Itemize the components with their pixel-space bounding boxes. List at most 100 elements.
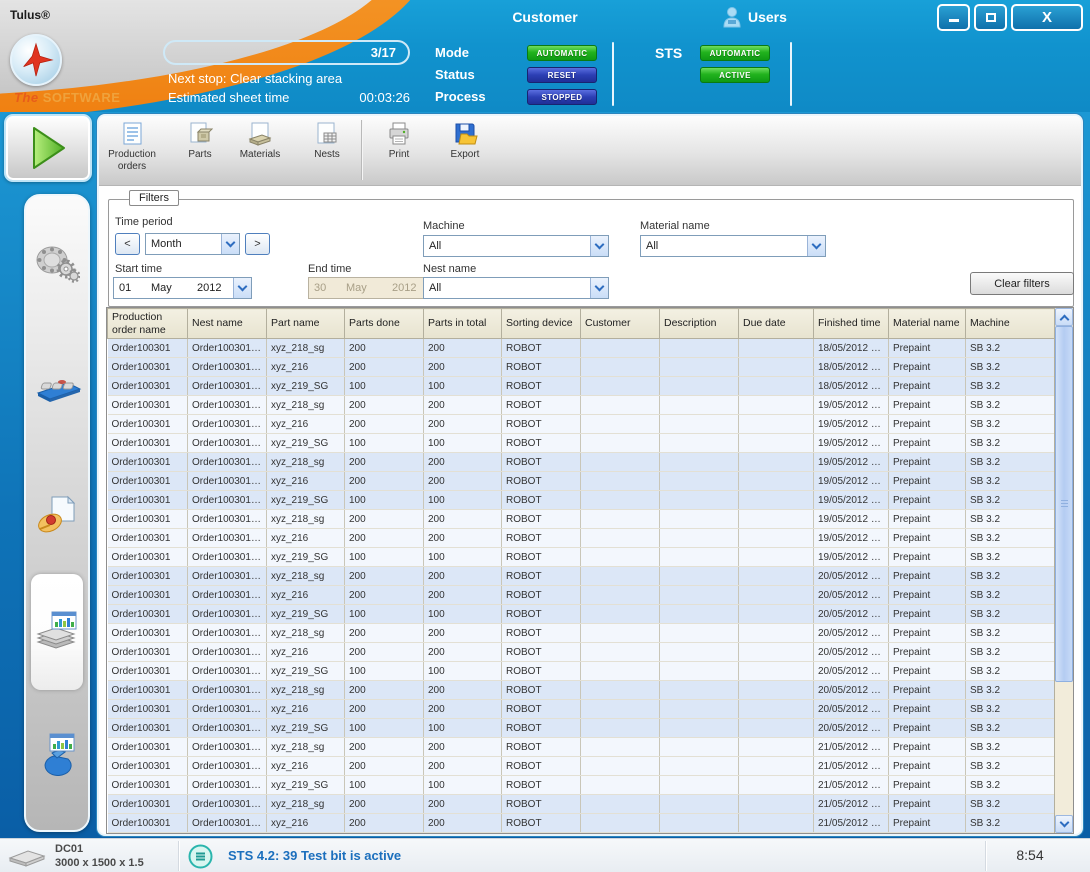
table-cell [581, 643, 660, 662]
minimize-button[interactable] [937, 4, 970, 31]
table-row[interactable]: Order100301Order100301001xyz_219_SG10010… [108, 434, 1056, 453]
table-cell: 200 [345, 738, 424, 757]
column-header[interactable]: Description [660, 309, 739, 339]
dropdown-button[interactable] [590, 236, 608, 256]
table-cell [739, 453, 814, 472]
toolbar-item-production-orders[interactable]: Production orders [100, 119, 164, 183]
table-cell: Order100301001 [188, 719, 267, 738]
table-row[interactable]: Order100301Order100301001xyz_216200200RO… [108, 700, 1056, 719]
toolbar-item-parts[interactable]: Parts [168, 119, 232, 183]
dropdown-button[interactable] [221, 234, 239, 254]
toolbar-item-export[interactable]: Export [433, 119, 497, 183]
table-cell [739, 662, 814, 681]
column-header[interactable]: Customer [581, 309, 660, 339]
time-period-select[interactable]: Month [145, 233, 240, 255]
column-header[interactable]: Parts in total [424, 309, 502, 339]
table-cell: ROBOT [502, 453, 581, 472]
table-cell: Prepaint [889, 472, 966, 491]
column-header[interactable]: Part name [267, 309, 345, 339]
table-cell: Prepaint [889, 757, 966, 776]
sidebar-item-reports-selected[interactable] [31, 574, 83, 690]
table-cell: Order100301 [108, 795, 188, 814]
sheet-progress-bar: 3/17 [163, 40, 410, 65]
users-area[interactable]: Users [722, 4, 787, 30]
table-row[interactable]: Order100301Order100301001xyz_219_SG10010… [108, 491, 1056, 510]
maximize-button[interactable] [974, 4, 1007, 31]
table-cell: Prepaint [889, 681, 966, 700]
column-header[interactable]: Material name [889, 309, 966, 339]
table-row[interactable]: Order100301Order100301001xyz_218_sg20020… [108, 453, 1056, 472]
table-row[interactable]: Order100301Order100301001xyz_218_sg20020… [108, 795, 1056, 814]
vertical-scrollbar[interactable] [1054, 308, 1073, 833]
material-name-select[interactable]: All [640, 235, 826, 257]
table-row[interactable]: Order100301Order100301001xyz_216200200RO… [108, 529, 1056, 548]
table-cell: 200 [424, 358, 502, 377]
dropdown-button[interactable] [590, 278, 608, 298]
toolbar-item-label: Nests [295, 149, 359, 161]
table-row[interactable]: Order100301Order100301001xyz_216200200RO… [108, 415, 1056, 434]
table-cell: 200 [424, 681, 502, 700]
table-row[interactable]: Order100301Order100301001xyz_216200200RO… [108, 757, 1056, 776]
table-row[interactable]: Order100301Order100301001xyz_218_sg20020… [108, 510, 1056, 529]
table-cell: SB 3.2 [966, 510, 1056, 529]
dropdown-button[interactable] [233, 278, 251, 298]
table-row[interactable]: Order100301Order100301001xyz_216200200RO… [108, 358, 1056, 377]
clear-filters-button[interactable]: Clear filters [970, 272, 1074, 295]
sidebar-item-start[interactable] [4, 114, 92, 182]
sidebar-item-machine-tools[interactable] [26, 240, 88, 288]
column-header[interactable]: Production order name [108, 309, 188, 339]
table-row[interactable]: Order100301Order100301001xyz_218_sg20020… [108, 738, 1056, 757]
sidebar-item-statistics[interactable] [26, 730, 88, 778]
table-row[interactable]: Order100301Order100301001xyz_218_sg20020… [108, 681, 1056, 700]
machine-select[interactable]: All [423, 235, 609, 257]
column-header[interactable]: Machine [966, 309, 1056, 339]
table-cell: Order100301001 [188, 472, 267, 491]
table-cell: Order100301 [108, 700, 188, 719]
nest-name-select[interactable]: All [423, 277, 609, 299]
table-cell: SB 3.2 [966, 757, 1056, 776]
table-row[interactable]: Order100301Order100301001xyz_218_sg20020… [108, 624, 1056, 643]
table-cell: ROBOT [502, 396, 581, 415]
table-row[interactable]: Order100301Order100301001xyz_216200200RO… [108, 586, 1056, 605]
table-cell: Prepaint [889, 643, 966, 662]
scroll-up-button[interactable] [1055, 308, 1073, 326]
table-row[interactable]: Order100301Order100301001xyz_219_SG10010… [108, 605, 1056, 624]
dropdown-button[interactable] [807, 236, 825, 256]
table-row[interactable]: Order100301Order100301001xyz_216200200RO… [108, 472, 1056, 491]
table-row[interactable]: Order100301Order100301001xyz_219_SG10010… [108, 548, 1056, 567]
column-header[interactable]: Parts done [345, 309, 424, 339]
table-row[interactable]: Order100301Order100301001xyz_218_sg20020… [108, 396, 1056, 415]
column-header[interactable]: Sorting device [502, 309, 581, 339]
table-cell [660, 510, 739, 529]
column-header[interactable]: Due date [739, 309, 814, 339]
start-time-select[interactable]: 01 May 2012 [113, 277, 252, 299]
table-cell: Prepaint [889, 605, 966, 624]
toolbar-item-nests[interactable]: Nests [295, 119, 359, 183]
table-row[interactable]: Order100301Order100301001xyz_219_SG10010… [108, 377, 1056, 396]
sidebar-item-machine-table[interactable] [26, 364, 88, 412]
compass-star-icon [17, 41, 55, 79]
table-row[interactable]: Order100301Order100301001xyz_219_SG10010… [108, 776, 1056, 795]
table-cell: SB 3.2 [966, 700, 1056, 719]
close-button[interactable]: X [1011, 4, 1083, 31]
table-row[interactable]: Order100301Order100301001xyz_219_SG10010… [108, 719, 1056, 738]
table-row[interactable]: Order100301Order100301001xyz_219_SG10010… [108, 662, 1056, 681]
table-row[interactable]: Order100301Order100301001xyz_218_sg20020… [108, 339, 1056, 358]
table-cell: 21/05/2012 2:17 [814, 776, 889, 795]
next-period-button[interactable]: > [245, 233, 270, 255]
table-cell [660, 719, 739, 738]
table-row[interactable]: Order100301Order100301001xyz_216200200RO… [108, 814, 1056, 833]
scroll-down-button[interactable] [1055, 815, 1073, 833]
toolbar-item-materials[interactable]: Materials [228, 119, 292, 183]
table-row[interactable]: Order100301Order100301001xyz_218_sg20020… [108, 567, 1056, 586]
previous-period-button[interactable]: < [115, 233, 140, 255]
table-cell [660, 681, 739, 700]
column-header[interactable]: Nest name [188, 309, 267, 339]
table-row[interactable]: Order100301Order100301001xyz_216200200RO… [108, 643, 1056, 662]
sidebar-item-sheet-handling[interactable] [26, 490, 88, 538]
toolbar-item-print[interactable]: Print [367, 119, 431, 183]
clock: 8:54 [990, 847, 1070, 863]
scrollbar-thumb[interactable] [1055, 326, 1073, 682]
column-header[interactable]: Finished time [814, 309, 889, 339]
message-icon[interactable] [188, 844, 213, 869]
